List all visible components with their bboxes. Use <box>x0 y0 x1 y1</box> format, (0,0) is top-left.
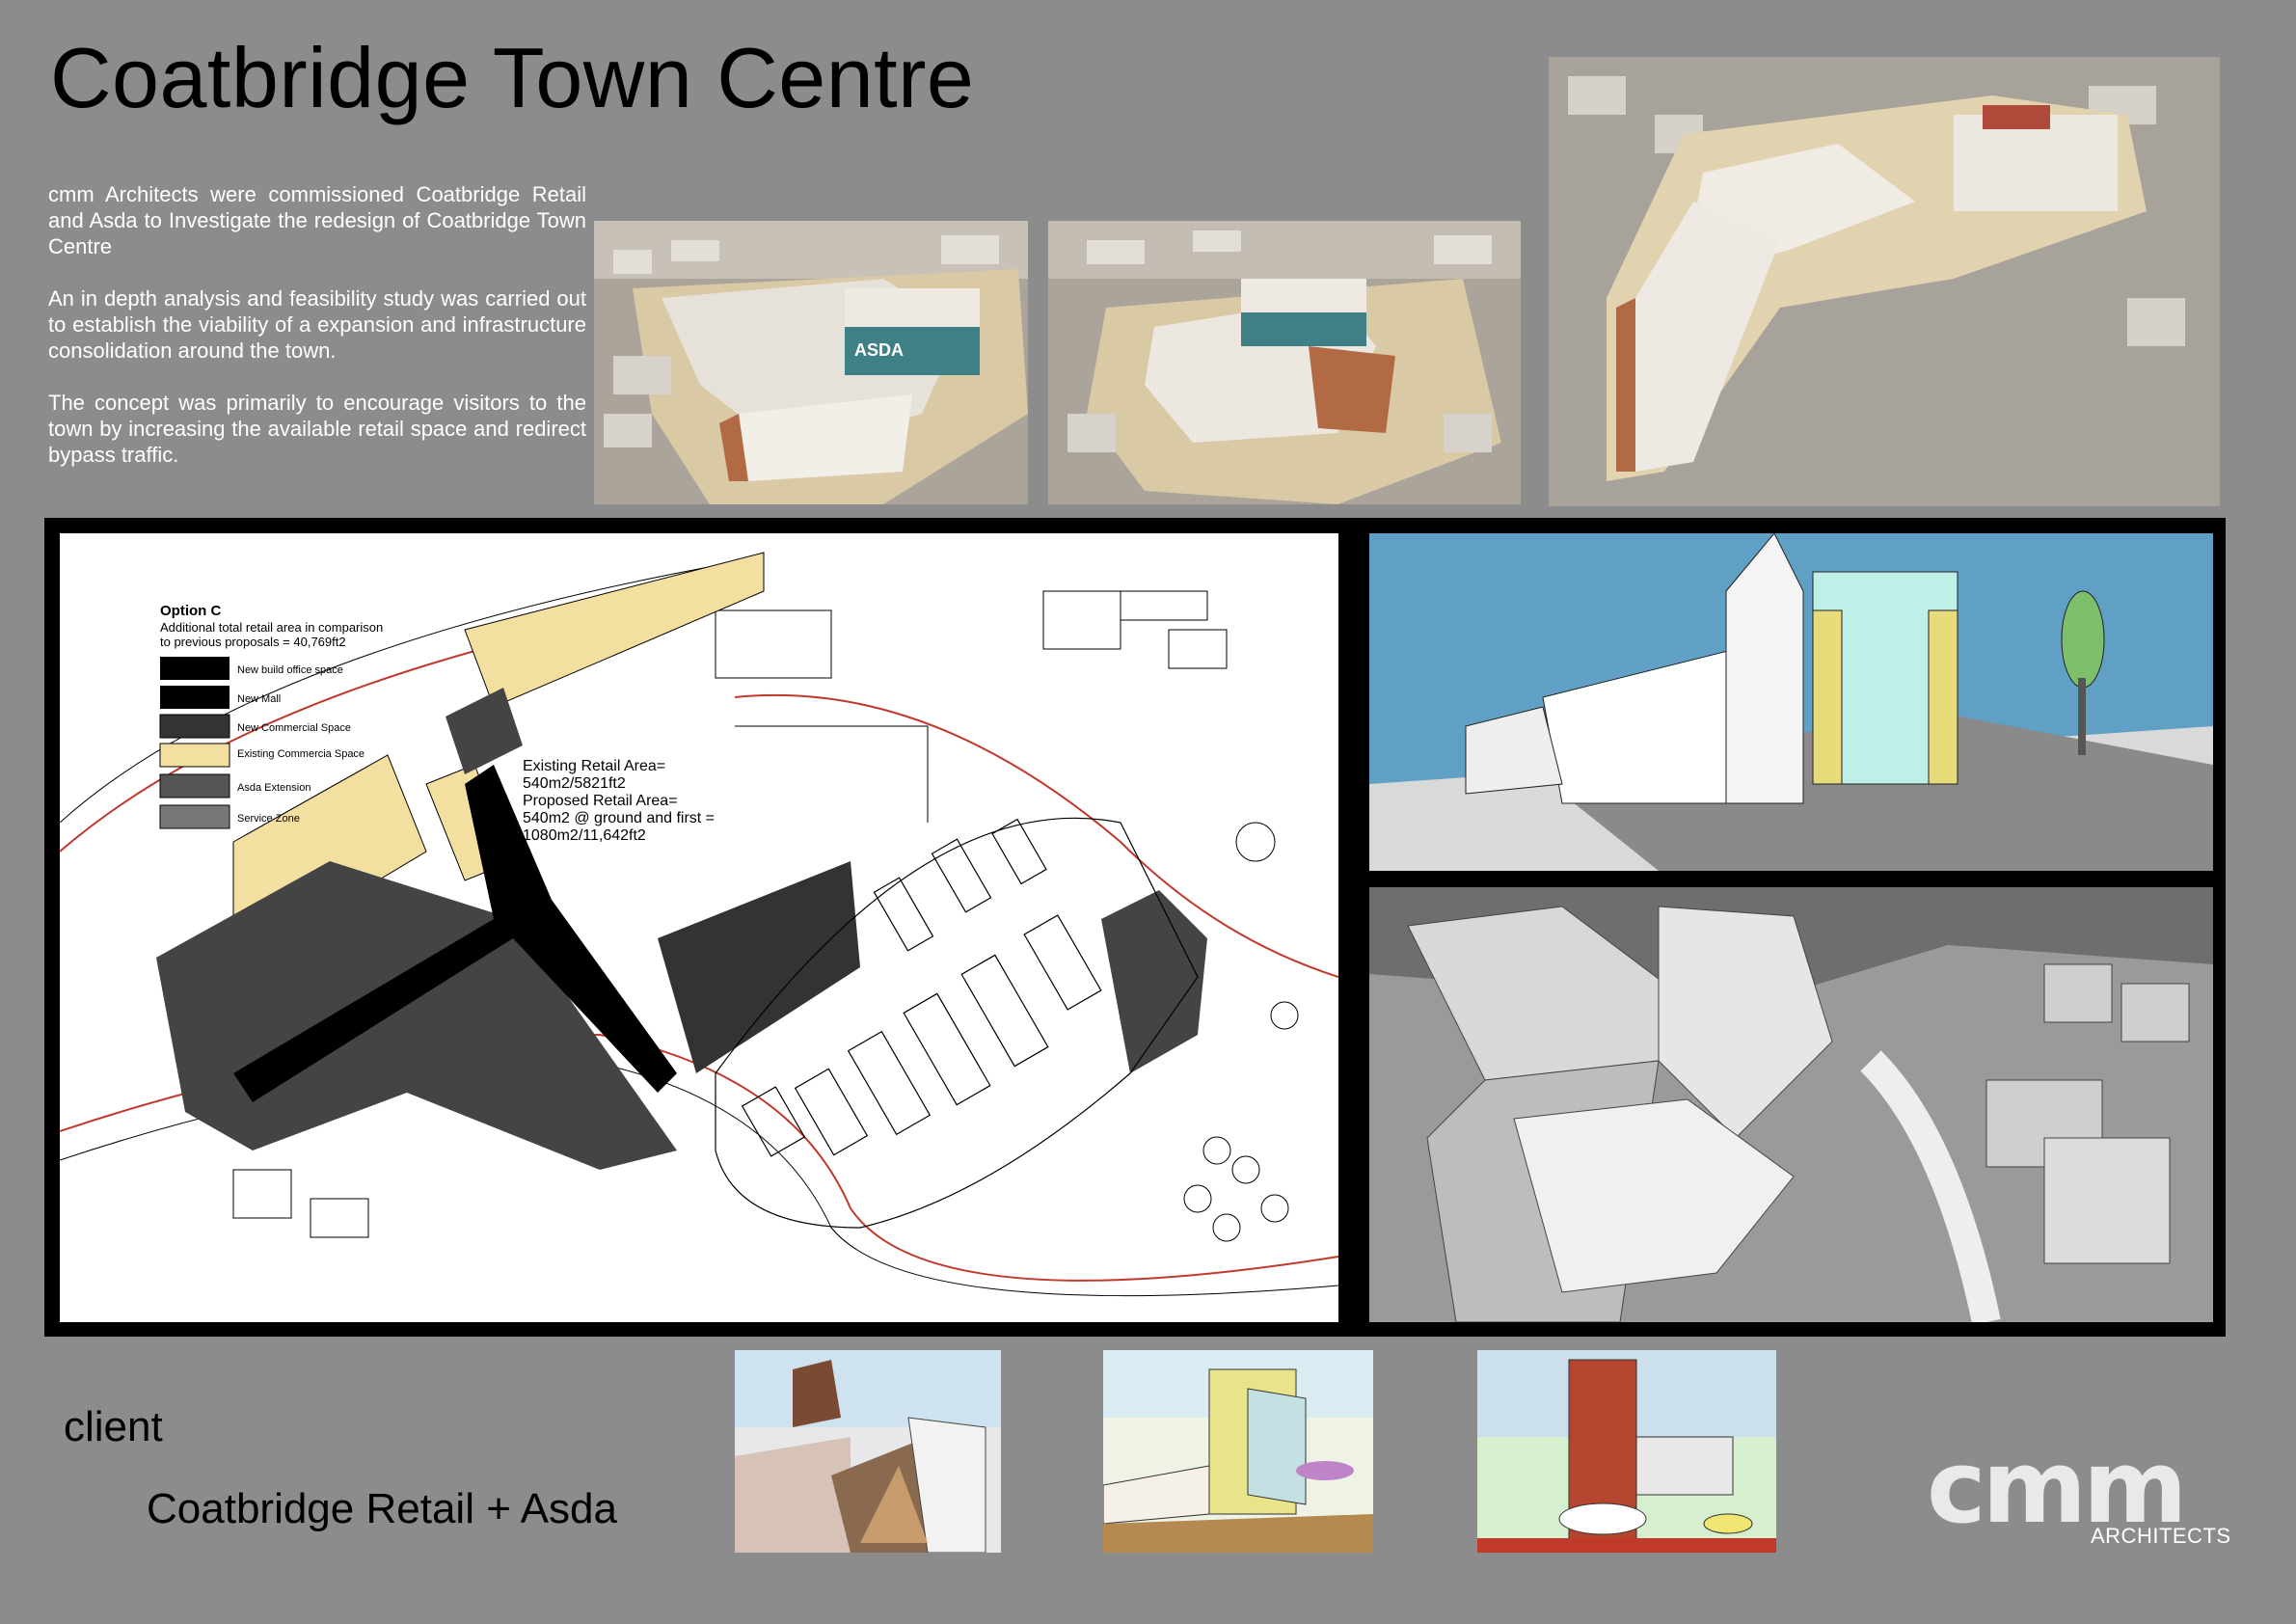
sketch-thumbnail-3 <box>1477 1350 1776 1553</box>
model-photo-2 <box>1048 221 1521 504</box>
model-photo-bw <box>1369 887 2213 1322</box>
intro-paragraph-3: The concept was primarily to encourage v… <box>48 391 586 467</box>
legend-existing: Existing Commercia Space <box>237 748 365 760</box>
model-photo-1: ASDA <box>594 221 1028 504</box>
cmm-logo: cmm <box>1927 1428 2187 1546</box>
legend-commercial: New Commercial Space <box>237 722 351 734</box>
plan-option-desc-2: to previous proposals = 40,769ft2 <box>160 635 346 649</box>
client-name: Coatbridge Retail + Asda <box>147 1485 617 1532</box>
retail-note-3: Proposed Retail Area= <box>523 793 678 809</box>
legend-swatch-existing <box>159 743 230 768</box>
sketch-thumbnail-2 <box>1103 1350 1373 1553</box>
legend-office: New build office space <box>237 664 343 676</box>
intro-paragraph-1: cmm Architects were commissioned Coatbri… <box>48 182 586 258</box>
retail-note-2: 540m2/5821ft2 <box>523 775 626 792</box>
cmm-logo-subtitle: ARCHITECTS <box>2091 1524 2231 1548</box>
legend-swatch-mall <box>160 686 230 709</box>
legend-mall: New Mall <box>237 693 281 705</box>
model-photo-3 <box>1549 57 2220 506</box>
intro-paragraph-2: An in depth analysis and feasibility stu… <box>48 286 586 363</box>
sketch-thumbnail-1 <box>735 1350 1001 1553</box>
street-sketch <box>1369 533 2213 871</box>
retail-note-1: Existing Retail Area= <box>523 758 665 774</box>
legend-swatch-office <box>160 657 230 680</box>
retail-note-5: 1080m2/11,642ft2 <box>523 827 646 844</box>
client-label: client <box>64 1403 163 1450</box>
legend-asda: Asda Extension <box>237 782 311 794</box>
page-title: Coatbridge Town Centre <box>50 30 975 125</box>
legend-service: Service Zone <box>237 813 300 825</box>
retail-note-4: 540m2 @ ground and first = <box>523 810 715 826</box>
site-plan: Option C Additional total retail area in… <box>60 533 1338 1322</box>
intro-text: cmm Architects were commissioned Coatbri… <box>48 181 586 494</box>
asda-sign-1: ASDA <box>854 340 904 360</box>
legend-swatch-service <box>159 804 230 829</box>
plan-option-title: Option C <box>160 603 221 619</box>
legend-swatch-asda <box>159 773 230 798</box>
legend-swatch-commercial <box>159 714 230 739</box>
plan-option-desc-1: Additional total retail area in comparis… <box>160 620 383 635</box>
